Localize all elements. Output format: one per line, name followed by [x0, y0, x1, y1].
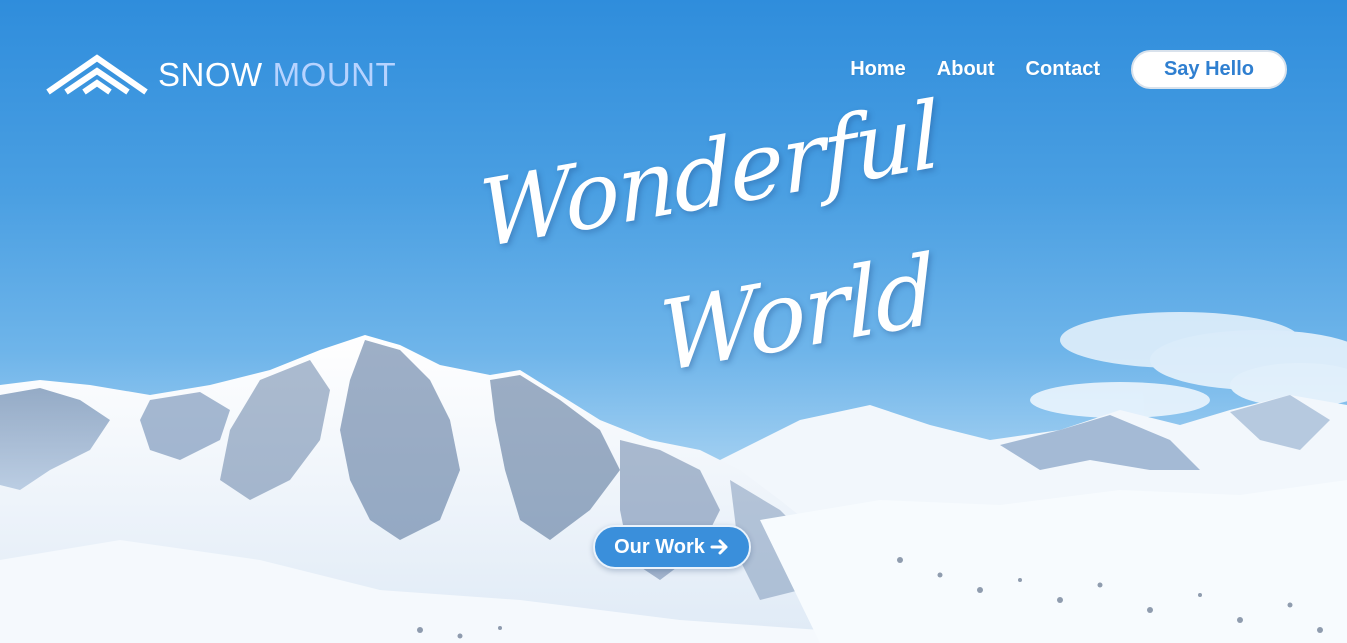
nav-home-link[interactable]: Home — [850, 58, 906, 81]
hero-section: SNOW MOUNT Home About Contact Say Hello W… — [0, 0, 1347, 643]
arrow-right-icon — [710, 539, 728, 555]
brand-word-snow: SNOW — [158, 55, 263, 93]
main-nav: Home About Contact Say Hello — [850, 50, 1287, 89]
say-hello-button[interactable]: Say Hello — [1131, 50, 1287, 89]
brand-word-mount: MOUNT — [272, 55, 397, 93]
headline-line-2: World — [656, 233, 938, 395]
brand-logo[interactable]: SNOW MOUNT — [46, 52, 396, 96]
brand-name: SNOW MOUNT — [158, 58, 396, 91]
our-work-label: Our Work — [614, 535, 705, 558]
nav-contact-link[interactable]: Contact — [1026, 58, 1100, 81]
hero-headline: Wonderful World — [470, 81, 941, 460]
nav-about-link[interactable]: About — [937, 58, 995, 81]
our-work-button[interactable]: Our Work — [593, 525, 751, 569]
triple-chevron-mountain-icon — [46, 54, 148, 95]
